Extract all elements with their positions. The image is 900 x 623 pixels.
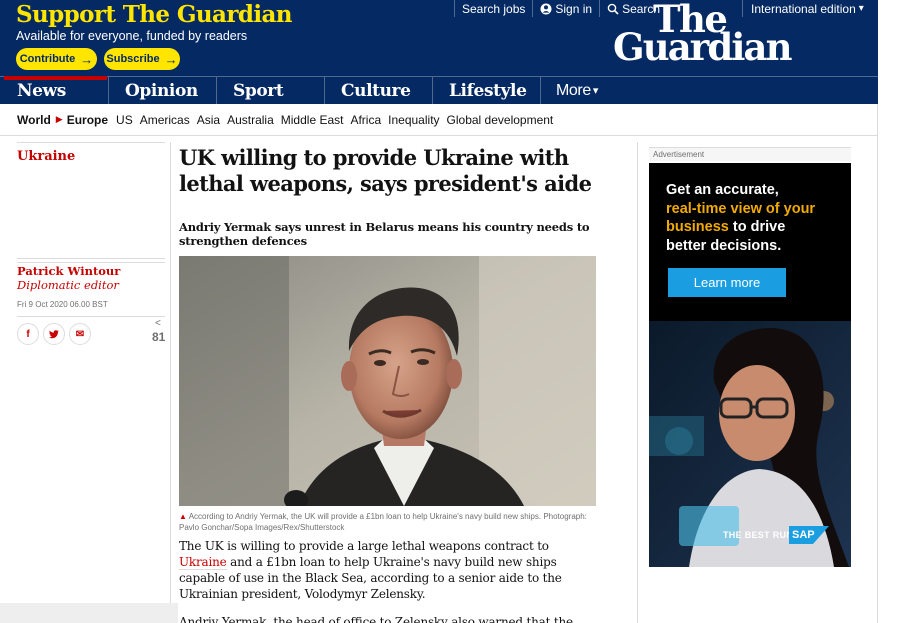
chevron-down-icon: ▾ (592, 85, 599, 97)
share-email-button[interactable]: ✉ (69, 323, 91, 345)
ad-headline: Get an accurate, real-time view of your … (666, 181, 846, 255)
edition-selector[interactable]: International edition ▾ (742, 0, 864, 17)
body-paragraph-2: Andriy Yermak, the head of office to Zel… (179, 615, 573, 623)
subscribe-label: Subscribe (106, 53, 160, 65)
subnav-inequality[interactable]: Inequality (388, 113, 439, 127)
email-icon: ✉ (75, 328, 85, 340)
caption-text: According to Andriy Yermak, the UK will … (179, 512, 587, 532)
twitter-icon (49, 329, 59, 338)
edition-label: International edition (751, 1, 856, 16)
subnav-asia[interactable]: Asia (197, 113, 220, 127)
article-photo[interactable] (179, 256, 596, 506)
contribute-label: Contribute (19, 53, 76, 65)
author-name[interactable]: Patrick Wintour (17, 264, 120, 278)
publish-date: Fri 9 Oct 2020 06.00 BST (17, 300, 108, 309)
advertisement-label: Advertisement (649, 147, 851, 161)
more-label: More (556, 81, 591, 99)
ad-line-2: real-time view of your (666, 200, 816, 217)
sub-nav: World ▶ Europe US Americas Asia Australi… (0, 104, 878, 136)
ad-tagline: THE BEST RUN (723, 530, 794, 540)
divider (216, 77, 217, 104)
body-paragraph-1: The UK is willing to provide a large let… (179, 538, 599, 602)
share-twitter-button[interactable] (43, 323, 65, 345)
section-label[interactable]: Ukraine (17, 149, 75, 164)
article-headline: UK willing to provide Ukraine with letha… (179, 145, 592, 196)
author-role: Diplomatic editor (17, 278, 119, 292)
search-icon (607, 3, 619, 15)
triangle-up-icon: ▲ (179, 512, 187, 521)
ad-line-3-highlight: business (666, 219, 729, 235)
ad-line-1: Get an accurate, (666, 182, 779, 198)
body-text: The UK is willing to provide a large let… (179, 539, 549, 553)
subnav-europe[interactable]: Europe (67, 113, 108, 127)
pillar-culture[interactable]: Culture (341, 77, 411, 104)
body-text: and a £1bn loan to help Ukraine's navy b… (179, 555, 562, 601)
pillar-news[interactable]: News (17, 77, 66, 104)
arrow-right-icon: → (80, 51, 94, 67)
masthead: Support The Guardian Available for every… (0, 0, 878, 76)
subnav-africa[interactable]: Africa (350, 113, 381, 127)
sign-in-link[interactable]: Sign in (533, 2, 599, 16)
section-rule (17, 142, 165, 143)
byline-rule (17, 262, 165, 263)
article-standfirst: Andriy Yermak says unrest in Belarus mea… (179, 220, 590, 248)
pillar-opinion[interactable]: Opinion (125, 77, 198, 104)
photo-caption: ▲ According to Andriy Yermak, the UK wil… (179, 511, 596, 533)
utility-bar: Search jobs Sign in Search (454, 0, 667, 17)
divider (432, 77, 433, 104)
ad-learn-more-button[interactable]: Learn more (668, 268, 786, 297)
divider (540, 77, 541, 104)
subnav-americas[interactable]: Americas (140, 113, 190, 127)
subnav-global-development[interactable]: Global development (447, 113, 554, 127)
pillar-lifestyle[interactable]: Lifestyle (449, 77, 527, 104)
scrollbar[interactable] (0, 603, 178, 623)
user-icon (540, 3, 552, 14)
column-divider (170, 142, 171, 623)
ad-line-4: better decisions. (666, 237, 782, 254)
pillar-nav: News Opinion Sport Culture Lifestyle Mor… (0, 76, 878, 104)
meta-rule (17, 316, 165, 317)
byline-rule (17, 258, 165, 259)
share-facebook-button[interactable]: f (17, 323, 39, 345)
share-count: 81 (152, 330, 166, 344)
page-border (877, 104, 878, 623)
search-jobs-link[interactable]: Search jobs (455, 2, 532, 16)
facebook-icon: f (26, 328, 30, 340)
portrait-image (179, 256, 596, 506)
column-divider (637, 142, 638, 623)
pillar-sport[interactable]: Sport (233, 77, 284, 104)
triangle-right-icon: ▶ (55, 114, 63, 124)
logo-guardian[interactable]: Guardian (613, 29, 792, 66)
share-count-icon: < (155, 318, 161, 329)
subnav-middle-east[interactable]: Middle East (281, 113, 344, 127)
support-subtitle: Available for everyone, funded by reader… (16, 29, 248, 43)
arrow-right-icon: → (164, 51, 178, 67)
sign-in-label: Sign in (555, 1, 593, 16)
subnav-us[interactable]: US (116, 113, 133, 127)
advertisement-banner[interactable]: Get an accurate, real-time view of your … (649, 163, 851, 567)
subscribe-button[interactable]: Subscribe → (104, 48, 180, 70)
divider (324, 77, 325, 104)
chevron-down-icon: ▾ (858, 3, 864, 14)
search-jobs-label: Search jobs (462, 1, 526, 16)
pillar-more[interactable]: More ▾ (556, 77, 598, 104)
ukraine-link[interactable]: Ukraine (179, 555, 227, 570)
support-title: Support The Guardian (16, 1, 293, 28)
ad-line-3: to drive (728, 219, 786, 235)
subnav-australia[interactable]: Australia (227, 113, 274, 127)
subnav-world[interactable]: World (17, 113, 51, 127)
contribute-button[interactable]: Contribute → (16, 48, 97, 70)
divider (108, 77, 109, 104)
